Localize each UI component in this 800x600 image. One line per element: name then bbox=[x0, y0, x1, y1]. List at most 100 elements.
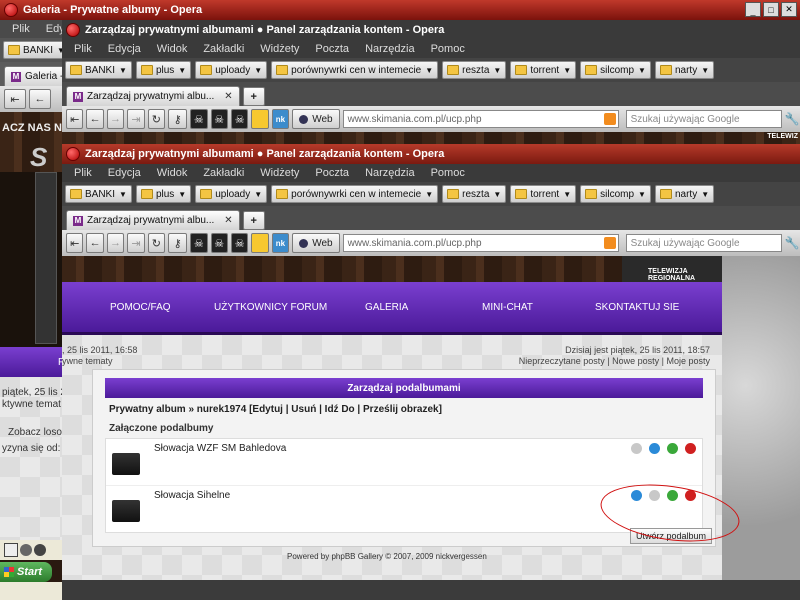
bookmark-silcomp[interactable]: silcomp ▼ bbox=[580, 185, 651, 203]
nav-kontakt[interactable]: SKONTAKTUJ SIE bbox=[595, 302, 679, 313]
rss-icon[interactable] bbox=[603, 113, 616, 125]
quick-links[interactable]: Nieprzeczytane posty | Nowe posty | Moje… bbox=[519, 356, 710, 366]
menu-narzedzia[interactable]: Narzędzia bbox=[357, 167, 423, 179]
menu-narzedzia[interactable]: Narzędzia bbox=[357, 43, 423, 55]
menu-plik[interactable]: Plik bbox=[4, 23, 38, 35]
folder-icon bbox=[70, 189, 82, 199]
menu-edycja[interactable]: Edycja bbox=[100, 43, 149, 55]
show-desktop-icon[interactable] bbox=[4, 543, 18, 557]
address-bar[interactable]: www.skimania.com.pl/ucp.php bbox=[342, 234, 619, 252]
maximize-button[interactable]: □ bbox=[763, 2, 779, 17]
rewind-button[interactable]: ⇤ bbox=[66, 233, 84, 253]
menu-widok[interactable]: Widok bbox=[149, 43, 196, 55]
block-icon-3[interactable]: ☠ bbox=[230, 109, 249, 129]
album-link[interactable]: Słowacja WZF SM Bahledova bbox=[154, 443, 286, 454]
minimize-button[interactable]: _ bbox=[745, 2, 761, 17]
bookmark-plus[interactable]: plus ▼ bbox=[135, 61, 192, 79]
bookmark-banki[interactable]: BANKI ▼ bbox=[3, 41, 70, 59]
gear-icon[interactable] bbox=[34, 544, 46, 556]
search-input[interactable]: Szukaj używając Google bbox=[625, 110, 782, 128]
back-button[interactable]: ← bbox=[86, 233, 104, 253]
fast-forward-button[interactable]: ⇥ bbox=[127, 233, 145, 253]
move-down-icon[interactable] bbox=[648, 443, 660, 454]
address-bar[interactable]: www.skimania.com.pl/ucp.php bbox=[342, 110, 619, 128]
nav-pomoc-faq[interactable]: POMOC/FAQ bbox=[110, 302, 171, 313]
block-icon[interactable]: ☠ bbox=[190, 233, 208, 253]
notes-icon[interactable] bbox=[251, 109, 269, 129]
breadcrumb[interactable]: Prywatny album » nurek1974 [Edytuj | Usu… bbox=[109, 404, 699, 415]
tv-banner: TELEWIZJA REGIONALNA bbox=[622, 256, 722, 282]
search-input[interactable]: Szukaj używając Google bbox=[625, 234, 782, 252]
forward-button[interactable]: → bbox=[106, 233, 125, 253]
bookmark-uploady[interactable]: uploady ▼ bbox=[195, 61, 268, 79]
nk-icon[interactable]: nk bbox=[271, 233, 290, 253]
menu-edycja[interactable]: Edycja bbox=[100, 167, 149, 179]
bookmark-silcomp[interactable]: silcomp ▼ bbox=[580, 61, 651, 79]
menu-widzety[interactable]: Widżety bbox=[252, 43, 307, 55]
notes-icon[interactable] bbox=[251, 233, 269, 253]
menu-widzety[interactable]: Widżety bbox=[252, 167, 307, 179]
wrench-icon[interactable]: 🔧 bbox=[785, 110, 800, 128]
bookmark-narty[interactable]: narty ▼ bbox=[654, 185, 715, 203]
forward-button[interactable]: → bbox=[106, 109, 125, 129]
prev-button[interactable]: ← bbox=[29, 89, 51, 109]
reload-button[interactable]: ↻ bbox=[147, 233, 166, 253]
bookmark-narty[interactable]: narty ▼ bbox=[654, 61, 715, 79]
menu-widok[interactable]: Widok bbox=[149, 167, 196, 179]
block-icon-2[interactable]: ☠ bbox=[210, 233, 228, 253]
wand-key-icon[interactable]: ⚷ bbox=[168, 109, 188, 129]
bookmark-banki[interactable]: BANKI ▼ bbox=[65, 185, 132, 203]
menu-plik[interactable]: Plik bbox=[66, 43, 100, 55]
block-icon-3[interactable]: ☠ bbox=[230, 233, 249, 253]
menu-pomoc[interactable]: Pomoc bbox=[423, 43, 473, 55]
bookmark-banki[interactable]: BANKI ▼ bbox=[65, 61, 132, 79]
block-icon[interactable]: ☠ bbox=[190, 109, 208, 129]
window-titlebar[interactable]: Galeria - Prywatne albumy - Opera bbox=[0, 0, 800, 20]
nav-uzytkownicy[interactable]: UŻYTKOWNICY FORUM bbox=[214, 302, 327, 313]
close-tab-icon[interactable]: ✕ bbox=[224, 91, 232, 102]
web-search-selector[interactable]: Web bbox=[292, 109, 340, 129]
new-tab-button[interactable]: + bbox=[242, 211, 265, 230]
tab-ucp[interactable]: M Zarządzaj prywatnymi albu... ✕ bbox=[66, 210, 240, 230]
back-button[interactable]: ← bbox=[86, 109, 104, 129]
tab-ucp[interactable]: M Zarządzaj prywatnymi albu... ✕ bbox=[66, 86, 240, 106]
gear-icon[interactable] bbox=[666, 443, 678, 454]
bookmark-torrent[interactable]: torrent ▼ bbox=[510, 185, 577, 203]
bookmark-uploady[interactable]: uploady ▼ bbox=[195, 185, 268, 203]
active-topics-link[interactable]: ywne tematy bbox=[62, 356, 113, 366]
menu-zakladki[interactable]: Zakładki bbox=[195, 43, 252, 55]
wand-key-icon[interactable]: ⚷ bbox=[168, 233, 188, 253]
web-search-selector[interactable]: Web bbox=[292, 233, 340, 253]
start-button[interactable]: Start bbox=[0, 562, 52, 582]
fast-forward-button[interactable]: ⇥ bbox=[127, 109, 145, 129]
rss-icon[interactable] bbox=[603, 237, 616, 249]
back-button[interactable]: ⇤ bbox=[4, 89, 26, 109]
nav-mini-chat[interactable]: MINI-CHAT bbox=[482, 302, 533, 313]
menu-plik[interactable]: Plik bbox=[66, 167, 100, 179]
wrench-icon[interactable]: 🔧 bbox=[785, 234, 800, 252]
menu-pomoc[interactable]: Pomoc bbox=[423, 167, 473, 179]
window-titlebar[interactable]: Zarządzaj prywatnymi albumami ● Panel za… bbox=[62, 144, 800, 164]
nav-galeria[interactable]: GALERIA bbox=[365, 302, 408, 313]
new-tab-button[interactable]: + bbox=[242, 87, 265, 106]
rewind-button[interactable]: ⇤ bbox=[66, 109, 84, 129]
block-icon-2[interactable]: ☠ bbox=[210, 109, 228, 129]
reload-button[interactable]: ↻ bbox=[147, 109, 166, 129]
bookmark-porownywarki[interactable]: porównywrki cen w intemecie ▼ bbox=[271, 61, 439, 79]
close-tab-icon[interactable]: ✕ bbox=[224, 215, 232, 226]
menu-poczta[interactable]: Poczta bbox=[307, 167, 357, 179]
cloud-icon[interactable] bbox=[20, 544, 32, 556]
bookmark-porownywarki[interactable]: porównywrki cen w intemecie ▼ bbox=[271, 185, 439, 203]
nk-icon[interactable]: nk bbox=[271, 109, 290, 129]
bookmark-torrent[interactable]: torrent ▼ bbox=[510, 61, 577, 79]
move-up-icon[interactable] bbox=[630, 443, 642, 454]
menu-poczta[interactable]: Poczta bbox=[307, 43, 357, 55]
bookmark-reszta[interactable]: reszta ▼ bbox=[442, 61, 507, 79]
bookmark-plus[interactable]: plus ▼ bbox=[135, 185, 192, 203]
window-titlebar[interactable]: Zarządzaj prywatnymi albumami ● Panel za… bbox=[62, 20, 800, 40]
delete-icon[interactable] bbox=[685, 443, 696, 454]
menu-zakladki[interactable]: Zakładki bbox=[195, 167, 252, 179]
album-link[interactable]: Słowacja Sihelne bbox=[154, 490, 230, 501]
bookmark-reszta[interactable]: reszta ▼ bbox=[442, 185, 507, 203]
close-button[interactable]: ✕ bbox=[781, 2, 797, 17]
